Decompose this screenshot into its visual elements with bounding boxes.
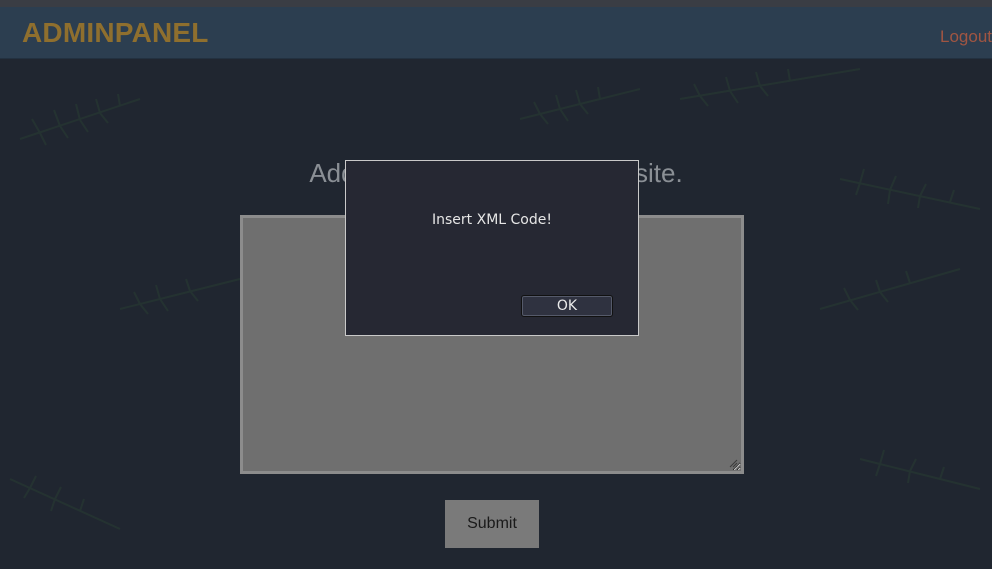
modal-overlay: Insert XML Code! OK	[0, 0, 992, 569]
ok-button[interactable]: OK	[521, 295, 613, 317]
alert-message: Insert XML Code!	[432, 212, 552, 228]
alert-dialog: Insert XML Code! OK	[345, 160, 639, 336]
